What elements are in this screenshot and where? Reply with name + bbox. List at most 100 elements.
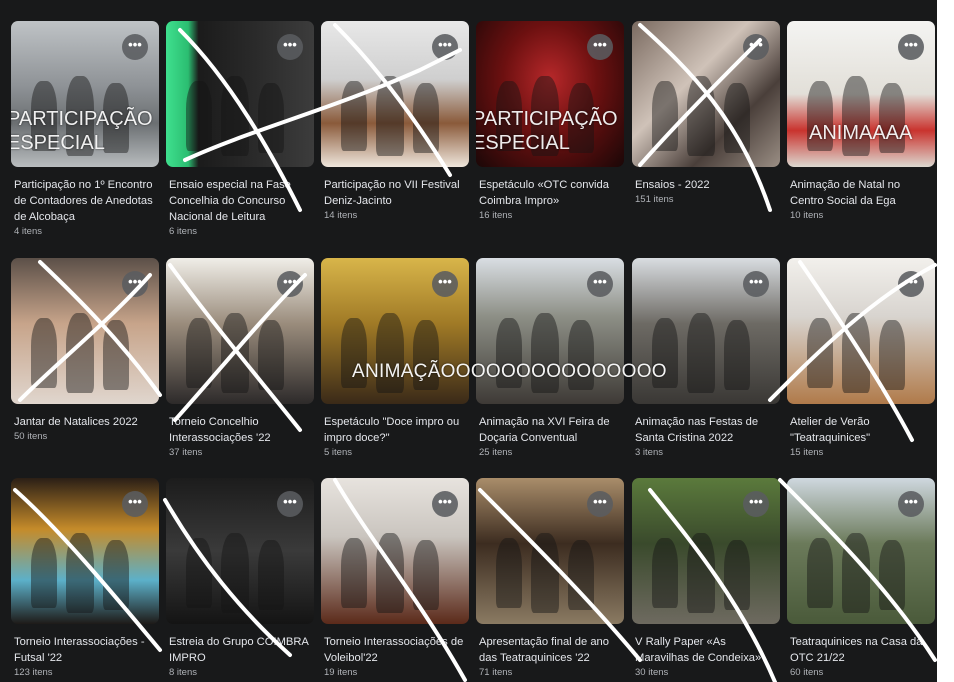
album-card[interactable]: ••• Estreia do Grupo COIMBRA IMPRO 8 itens: [166, 478, 314, 680]
album-item-count: 19 itens: [324, 667, 358, 678]
album-title[interactable]: Animação de Natal no Centro Social da Eg…: [787, 177, 935, 209]
album-title[interactable]: Torneio Interassociações de Voleibol'22: [321, 634, 469, 666]
album-title[interactable]: Teatraquinices na Casa da OTC 21/22: [787, 634, 935, 666]
album-title[interactable]: Apresentação final de ano das Teatraquin…: [476, 634, 624, 666]
more-options-icon[interactable]: •••: [587, 34, 613, 60]
more-options-icon[interactable]: •••: [898, 491, 924, 517]
photo-person: [66, 313, 94, 393]
album-card[interactable]: ANIMAAAA ••• Animação de Natal no Centro S…: [787, 21, 935, 223]
album-cover[interactable]: •••: [166, 478, 314, 624]
photo-person: [807, 538, 833, 608]
album-title[interactable]: Participação no 1º Encontro de Contadore…: [11, 177, 159, 225]
album-card[interactable]: ••• Ensaio especial na Fase Concelhia do …: [166, 21, 314, 239]
cover-overlay-text: PARTICIPAÇÃO ESPECIAL: [11, 108, 153, 154]
album-cover[interactable]: ANIMAAAA •••: [787, 21, 935, 167]
album-item-count: 123 itens: [14, 667, 53, 678]
more-options-icon[interactable]: •••: [587, 271, 613, 297]
album-title[interactable]: Espetáculo "Doce impro ou impro doce?": [321, 414, 469, 446]
album-card[interactable]: ••• Teatraquinices na Casa da OTC 21/22 60…: [787, 478, 935, 680]
album-title[interactable]: V Rally Paper «As Maravilhas de Condeixa…: [632, 634, 780, 666]
more-options-icon[interactable]: •••: [587, 491, 613, 517]
album-title[interactable]: Jantar de Natalices 2022: [11, 414, 159, 430]
album-cover[interactable]: •••: [321, 21, 469, 167]
photo-person: [376, 533, 404, 613]
album-cover[interactable]: •••: [632, 478, 780, 624]
more-options-icon[interactable]: •••: [277, 34, 303, 60]
album-cover[interactable]: •••: [476, 478, 624, 624]
album-title[interactable]: Torneio Interassociações - Futsal '22: [11, 634, 159, 666]
album-card[interactable]: ••• Torneio Concelhio Interassociações '2…: [166, 258, 314, 460]
more-options-icon[interactable]: •••: [743, 34, 769, 60]
more-options-icon[interactable]: •••: [432, 34, 458, 60]
album-cover[interactable]: PARTICIPAÇÃO ESPECIAL •••: [11, 21, 159, 167]
album-card[interactable]: ••• Atelier de Verão "Teatraquinices" 15 i…: [787, 258, 935, 460]
scrollbar-track[interactable]: [937, 0, 954, 682]
album-card[interactable]: PARTICIPAÇÃO ESPECIAL ••• Participação no …: [11, 21, 159, 239]
album-card[interactable]: ••• Participação no VII Festival Deniz-Ja…: [321, 21, 469, 223]
album-card[interactable]: ••• Apresentação final de ano das Teatraq…: [476, 478, 624, 680]
album-cover[interactable]: •••: [632, 21, 780, 167]
photo-person: [103, 540, 129, 610]
photo-person: [724, 320, 750, 390]
more-options-icon[interactable]: •••: [122, 271, 148, 297]
photo-person: [879, 320, 905, 390]
album-card[interactable]: ••• V Rally Paper «As Maravilhas de Conde…: [632, 478, 780, 680]
more-options-icon[interactable]: •••: [277, 271, 303, 297]
photo-person: [807, 318, 833, 388]
more-options-icon[interactable]: •••: [122, 491, 148, 517]
album-card[interactable]: ••• Jantar de Natalices 2022 50 itens: [11, 258, 159, 444]
album-cover[interactable]: PARTICIPAÇÃO ESPECIAL •••: [476, 21, 624, 167]
album-card[interactable]: ••• Animação nas Festas de Santa Cristina…: [632, 258, 780, 460]
photo-person: [413, 540, 439, 610]
album-title[interactable]: Torneio Concelhio Interassociações '22: [166, 414, 314, 446]
album-title[interactable]: Animação na XVI Feira de Doçaria Convent…: [476, 414, 624, 446]
album-item-count: 151 itens: [635, 194, 674, 205]
more-options-icon[interactable]: •••: [432, 491, 458, 517]
cover-overlay-text: ANIMAAAA: [809, 122, 913, 144]
photo-person: [842, 533, 870, 613]
album-card[interactable]: ••• Ensaios - 2022 151 itens: [632, 21, 780, 207]
more-options-icon[interactable]: •••: [898, 34, 924, 60]
photo-person: [258, 320, 284, 390]
photo-person: [652, 538, 678, 608]
album-item-count: 25 itens: [479, 447, 513, 458]
more-options-icon[interactable]: •••: [743, 491, 769, 517]
album-card[interactable]: ••• Animação na XVI Feira de Doçaria Conv…: [476, 258, 624, 460]
photo-person: [221, 313, 249, 393]
album-cover[interactable]: •••: [166, 258, 314, 404]
album-card[interactable]: ••• Espetáculo "Doce impro ou impro doce?…: [321, 258, 469, 460]
photo-person: [31, 318, 57, 388]
more-options-icon[interactable]: •••: [898, 271, 924, 297]
album-item-count: 4 itens: [14, 226, 42, 237]
album-title[interactable]: Participação no VII Festival Deniz-Jacin…: [321, 177, 469, 209]
album-cover[interactable]: •••: [787, 478, 935, 624]
more-options-icon[interactable]: •••: [122, 34, 148, 60]
album-title[interactable]: Ensaios - 2022: [632, 177, 780, 193]
photo-person: [341, 538, 367, 608]
album-title[interactable]: Atelier de Verão "Teatraquinices": [787, 414, 935, 446]
photo-person: [724, 83, 750, 153]
album-title[interactable]: Animação nas Festas de Santa Cristina 20…: [632, 414, 780, 446]
album-cover[interactable]: •••: [321, 478, 469, 624]
album-card[interactable]: ••• Torneio Interassociações - Futsal '22…: [11, 478, 159, 680]
photo-person: [568, 540, 594, 610]
album-item-count: 3 itens: [635, 447, 663, 458]
album-card[interactable]: ••• Torneio Interassociações de Voleibol'…: [321, 478, 469, 680]
album-title[interactable]: Estreia do Grupo COIMBRA IMPRO: [166, 634, 314, 666]
album-item-count: 50 itens: [14, 431, 48, 442]
album-title[interactable]: Espetáculo «OTC convida Coimbra Impro»: [476, 177, 624, 209]
album-cover[interactable]: •••: [11, 258, 159, 404]
photo-person: [31, 538, 57, 608]
more-options-icon[interactable]: •••: [277, 491, 303, 517]
more-options-icon[interactable]: •••: [743, 271, 769, 297]
photo-person: [842, 313, 870, 393]
photo-person: [687, 313, 715, 393]
album-cover[interactable]: •••: [11, 478, 159, 624]
photo-person: [221, 533, 249, 613]
album-cover[interactable]: •••: [166, 21, 314, 167]
album-item-count: 71 itens: [479, 667, 513, 678]
more-options-icon[interactable]: •••: [432, 271, 458, 297]
album-card[interactable]: PARTICIPAÇÃO ESPECIAL ••• Espetáculo «OTC …: [476, 21, 624, 223]
album-cover[interactable]: •••: [787, 258, 935, 404]
album-title[interactable]: Ensaio especial na Fase Concelhia do Con…: [166, 177, 314, 225]
